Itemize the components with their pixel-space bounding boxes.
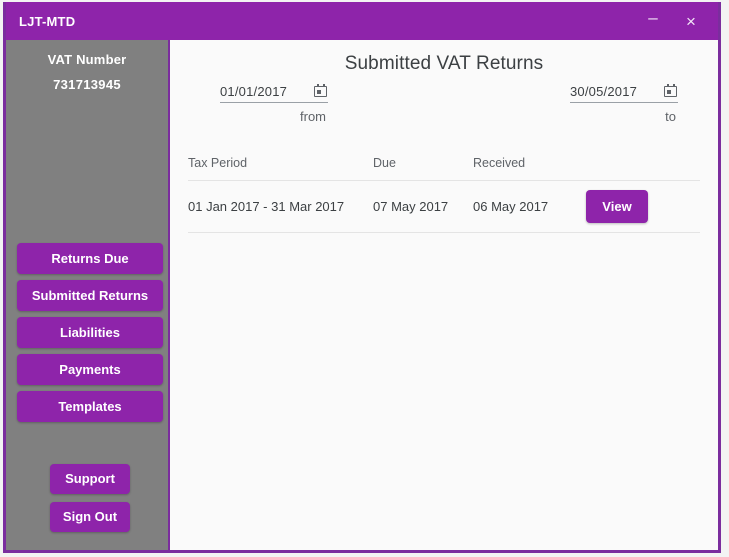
sidebar-item-returns-due[interactable]: Returns Due (17, 243, 163, 274)
view-button[interactable]: View (586, 190, 648, 223)
window-title: LJT-MTD (19, 13, 76, 29)
sidebar-item-liabilities[interactable]: Liabilities (17, 317, 163, 348)
date-filter-row: 01/01/2017 from 30/05/2017 to (170, 84, 718, 146)
minimize-icon[interactable]: – (634, 2, 672, 44)
cell-tax-period: 01 Jan 2017 - 31 Mar 2017 (188, 199, 345, 214)
date-to-value: 30/05/2017 (570, 84, 638, 99)
support-button[interactable]: Support (50, 464, 130, 494)
column-header-received: Received (473, 156, 526, 170)
vat-number-block: VAT Number 731713945 (6, 40, 168, 92)
date-from-caption: from (300, 109, 326, 124)
window-body: VAT Number 731713945 Returns Due Submitt… (6, 40, 718, 550)
cell-action: View (586, 190, 700, 223)
main-content: Submitted VAT Returns 01/01/2017 from 30… (170, 40, 718, 550)
table-header-row: Tax Period Due Received (188, 146, 700, 180)
sidebar-item-payments[interactable]: Payments (17, 354, 163, 385)
sidebar-footer: Support Sign Out (50, 464, 130, 540)
vat-number-value: 731713945 (53, 77, 121, 92)
application-window: LJT-MTD – × VAT Number 731713945 Returns… (3, 2, 721, 553)
calendar-day-marker (317, 90, 321, 94)
date-from-field[interactable]: 01/01/2017 from (220, 84, 328, 124)
page-title: Submitted VAT Returns (344, 53, 544, 74)
date-from-value: 01/01/2017 (220, 84, 288, 99)
date-to-field[interactable]: 30/05/2017 to (570, 84, 678, 124)
date-to-caption: to (665, 109, 676, 124)
title-bar: LJT-MTD – × (6, 2, 718, 40)
sidebar-item-templates[interactable]: Templates (17, 391, 163, 422)
cell-received: 06 May 2017 (473, 199, 549, 214)
calendar-icon[interactable] (314, 84, 328, 98)
calendar-day-marker (667, 90, 671, 94)
table-row[interactable]: 01 Jan 2017 - 31 Mar 2017 07 May 2017 06… (188, 180, 700, 233)
sidebar-nav: Returns Due Submitted Returns Liabilitie… (17, 243, 163, 428)
screenshot-root: LJT-MTD – × VAT Number 731713945 Returns… (0, 0, 729, 557)
sidebar: VAT Number 731713945 Returns Due Submitt… (6, 40, 170, 550)
sign-out-button[interactable]: Sign Out (50, 502, 130, 532)
vat-number-label: VAT Number (47, 52, 127, 67)
cell-due: 07 May 2017 (373, 199, 449, 214)
column-header-tax-period: Tax Period (188, 156, 248, 170)
window-controls: – × (634, 2, 710, 40)
close-icon[interactable]: × (672, 2, 710, 40)
calendar-icon[interactable] (664, 84, 678, 98)
submitted-returns-table: Tax Period Due Received 01 Jan 2017 - 31… (188, 146, 700, 233)
date-from-input[interactable]: 01/01/2017 (220, 84, 328, 103)
date-to-input[interactable]: 30/05/2017 (570, 84, 678, 103)
column-header-due: Due (373, 156, 396, 170)
sidebar-item-submitted-returns[interactable]: Submitted Returns (17, 280, 163, 311)
